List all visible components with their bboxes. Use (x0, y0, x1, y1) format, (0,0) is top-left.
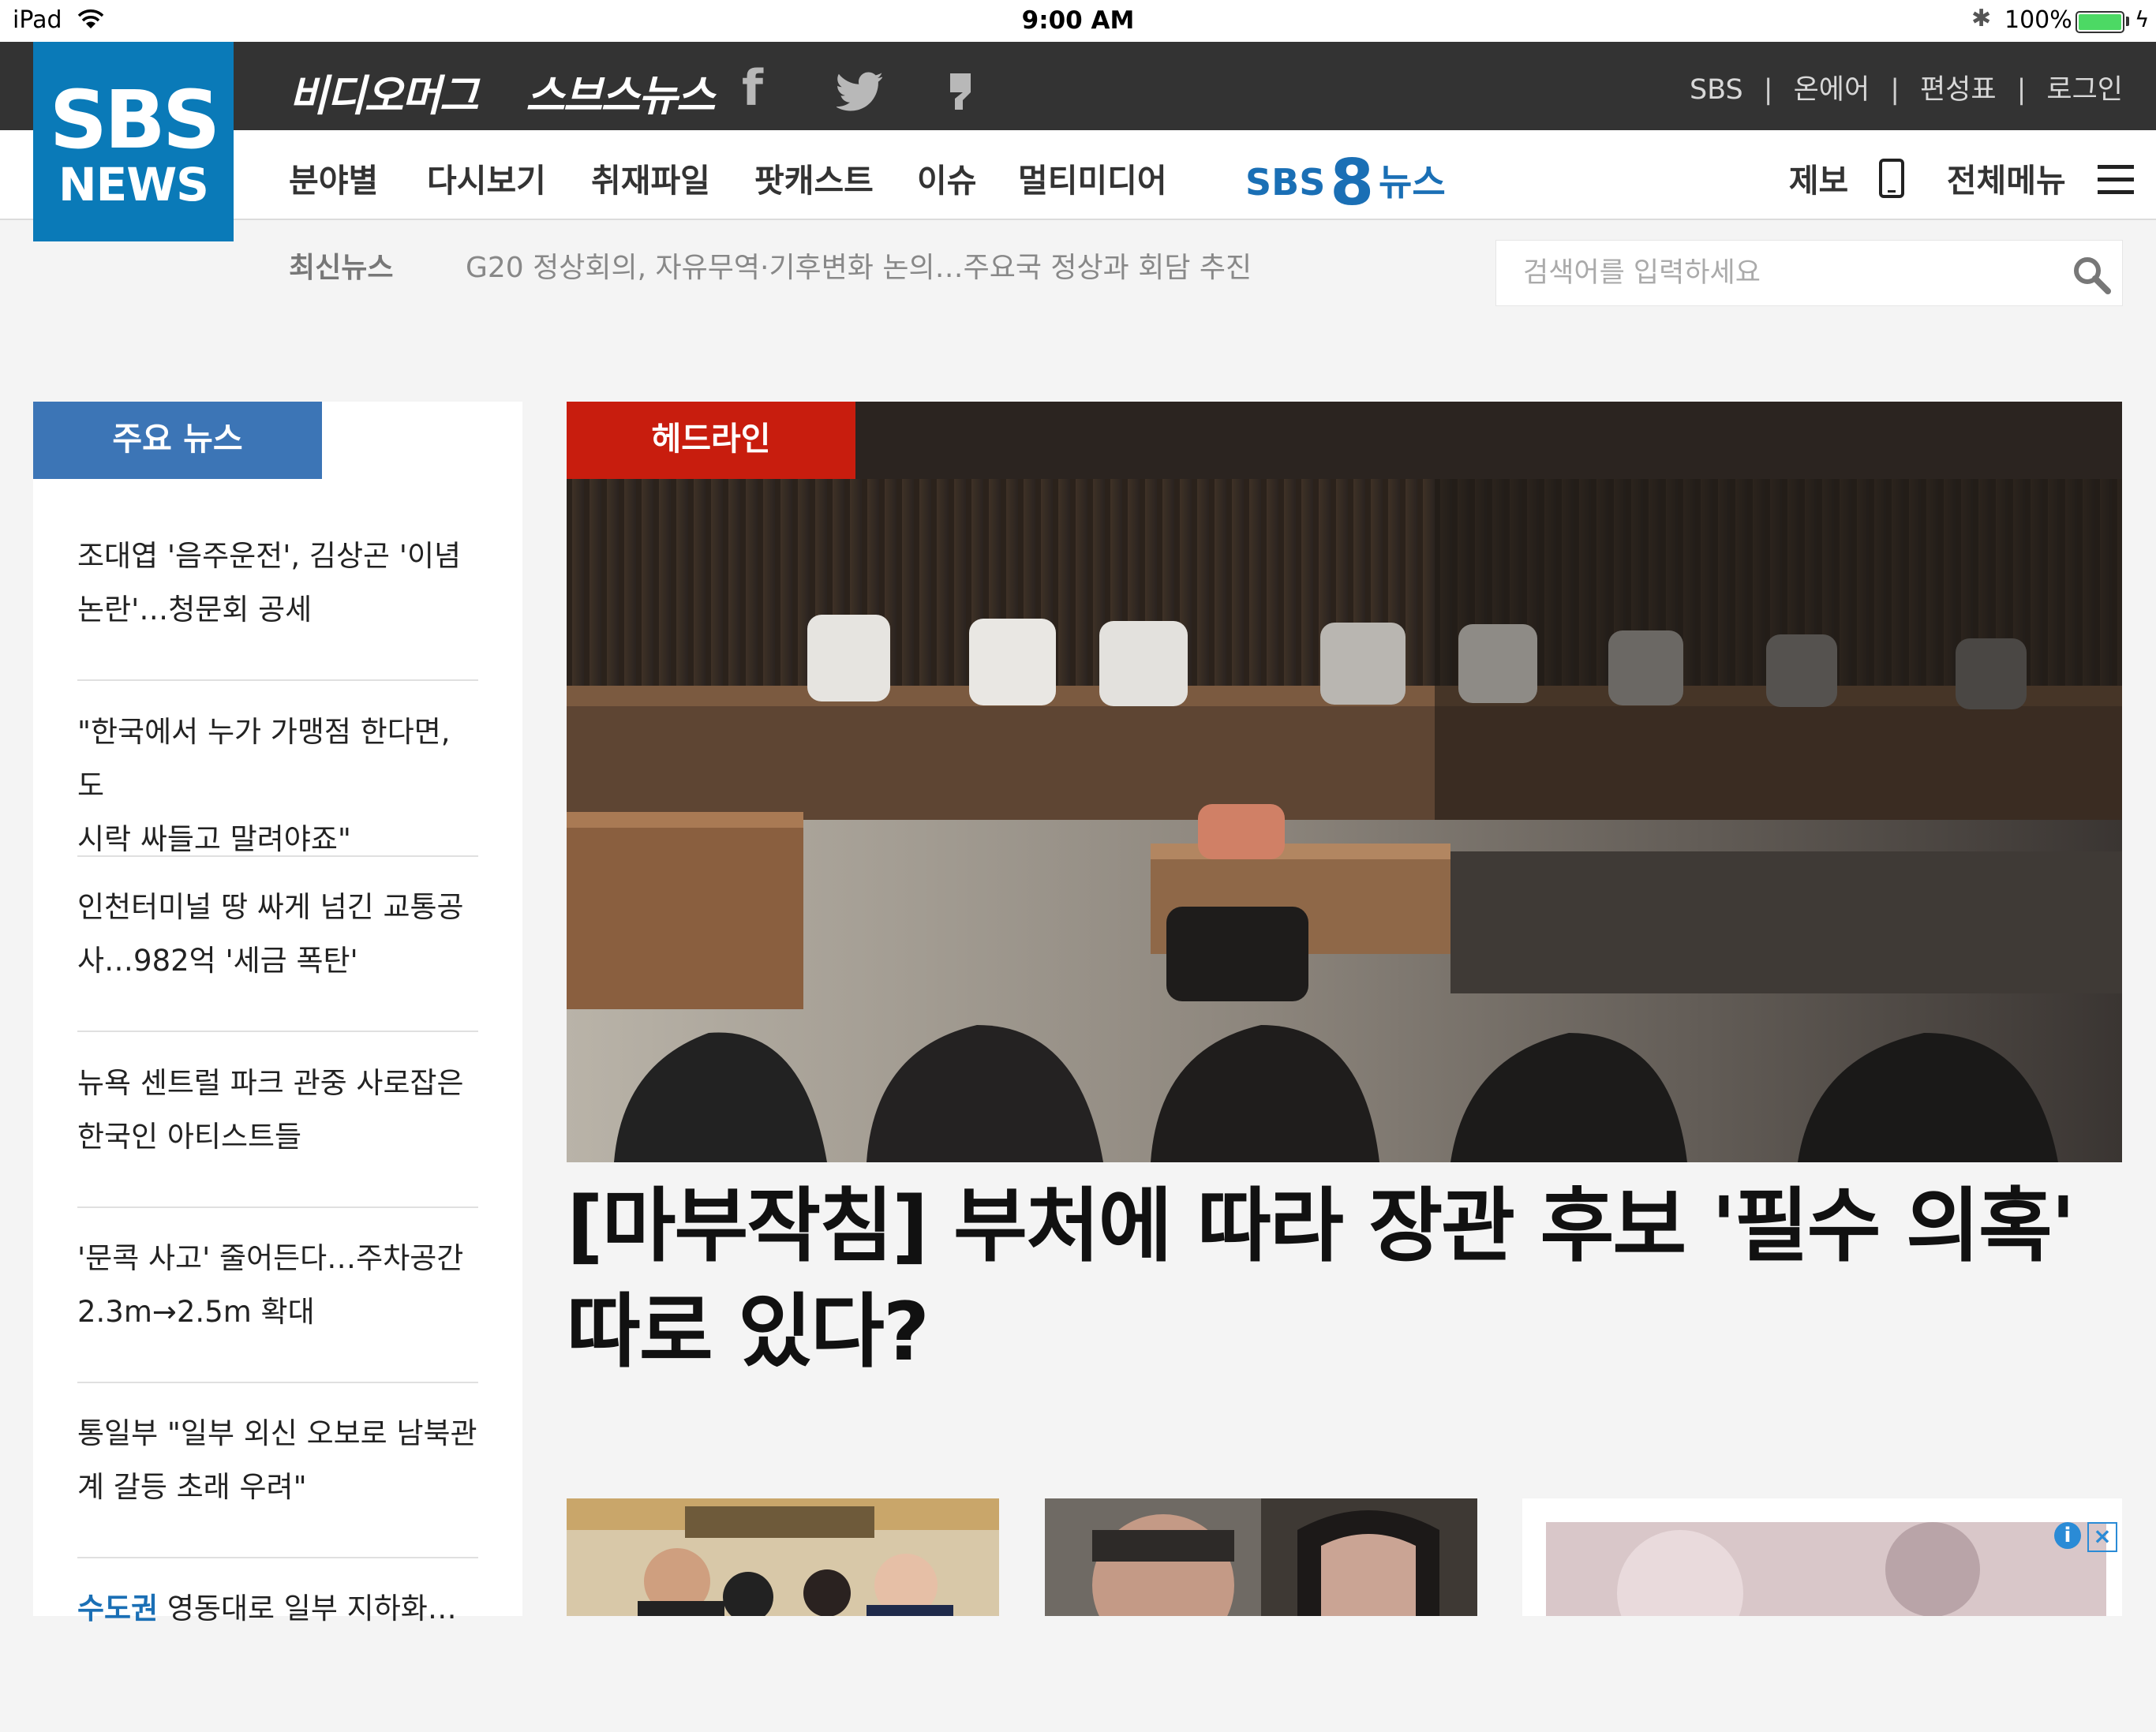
logo-line1: SBS (49, 73, 221, 167)
list-item[interactable]: 수도권 영동대로 일부 지하화… (77, 1571, 478, 1732)
hamburger-icon[interactable] (2098, 163, 2134, 203)
headline-image[interactable] (567, 402, 2122, 1162)
thumbnail-card[interactable] (567, 1498, 999, 1616)
ad-info-icon[interactable]: i (2054, 1522, 2081, 1549)
onair-link[interactable]: 온에어 (1794, 67, 1870, 107)
status-bar: iPad 9:00 AM ✱ 100% ϟ (0, 0, 2156, 42)
search-icon[interactable] (2072, 255, 2111, 297)
twitter-icon[interactable] (835, 65, 883, 123)
headline-title[interactable]: [마부작침] 부처에 따라 장관 후보 '필수 의혹' 따로 있다? (567, 1174, 2129, 1386)
search-input[interactable] (1522, 241, 2030, 305)
news-title-line1: '문콕 사고' 줄어든다…주차공간 (77, 1241, 464, 1275)
sbs8-right: 뉴스 (1379, 161, 1446, 204)
battery-percent: 100% (2004, 6, 2072, 34)
sbs-link[interactable]: SBS (1690, 74, 1743, 106)
kakao-story-icon[interactable] (947, 65, 974, 123)
battery-icon (2076, 11, 2124, 33)
sbs8-number: 8 (1330, 146, 1374, 219)
top-right-links: SBS | 온에어 | 편성표 | 로그인 (1690, 67, 2123, 107)
report-button[interactable]: 제보 (1789, 162, 1848, 200)
all-menu-button[interactable]: 전체메뉴 (1947, 162, 2066, 200)
nav-item-replay[interactable]: 다시보기 (427, 154, 546, 201)
clock: 9:00 AM (1021, 6, 1135, 35)
nav-item-report-files[interactable]: 취재파일 (591, 154, 710, 201)
thumbnail-card[interactable] (1045, 1498, 1477, 1616)
top-news-label: 주요 뉴스 (33, 402, 322, 479)
logo-line2: NEWS (58, 158, 209, 211)
search-box (1495, 240, 2123, 306)
ad-close-icon[interactable]: × (2087, 1522, 2117, 1552)
news-title-line1: "한국에서 누가 가맹점 한다면, 도 (77, 715, 451, 802)
latest-news-label: 최신뉴스 (289, 252, 394, 284)
news-highlight: 수도권 (77, 1592, 159, 1625)
list-item[interactable]: 통일부 "일부 외신 오보로 남북관 계 갈등 초래 우려" (77, 1396, 478, 1558)
divider: | (2016, 74, 2027, 106)
mobile-icon[interactable] (1878, 159, 1904, 206)
news-title-line2: 한국인 아티스트들 (77, 1120, 302, 1154)
nav-right: 제보 전체메뉴 (1789, 154, 2134, 206)
divider: | (1890, 74, 1900, 106)
news-title-line1: 조대엽 '음주운전', 김상곤 '이념 (77, 539, 462, 573)
headline-label: 헤드라인 (567, 402, 855, 479)
bluetooth-icon: ✱ (1971, 5, 1992, 32)
news-title-line2: 논란'…청문회 공세 (77, 593, 313, 627)
news-title-line2: 사…982억 '세금 폭탄' (77, 944, 358, 978)
nav-item-category[interactable]: 분야별 (289, 154, 378, 201)
schedule-link[interactable]: 편성표 (1920, 67, 1997, 107)
news-title-line2: 계 갈등 초래 우려" (77, 1470, 307, 1504)
news-title-line1: 통일부 "일부 외신 오보로 남북관 (77, 1416, 477, 1450)
ad-banner[interactable]: i × (1522, 1498, 2122, 1616)
news-title-line1: 뉴욕 센트럴 파크 관중 사로잡은 (77, 1066, 464, 1100)
top-news-panel: 주요 뉴스 조대엽 '음주운전', 김상곤 '이념 논란'…청문회 공세 "한국… (33, 402, 522, 1625)
list-item[interactable]: 뉴욕 센트럴 파크 관중 사로잡은 한국인 아티스트들 (77, 1046, 478, 1208)
main-nav: 분야별 다시보기 취재파일 팟캐스트 이슈 멀티미디어 SBS8 뉴스 제보 전체… (0, 130, 2156, 220)
sbs-news-logo[interactable]: SBS NEWS (33, 42, 234, 241)
nav-item-multimedia[interactable]: 멀티미디어 (1018, 154, 1167, 201)
battery-tip (2126, 17, 2129, 26)
latest-news-ticker[interactable]: G20 정상회의, 자유무역·기후변화 논의…주요국 정상과 회담 추진 (466, 245, 1252, 286)
videomug-link[interactable]: 비디오머그 (289, 61, 478, 123)
news-title-line2: 시락 싸들고 말려야죠" (77, 822, 351, 856)
facebook-icon[interactable]: f (742, 59, 763, 117)
news-title-line1: 인천터미널 땅 싸게 넘긴 교통공 (77, 890, 464, 924)
list-item[interactable]: "한국에서 누가 가맹점 한다면, 도 시락 싸들고 말려야죠" (77, 694, 478, 857)
sbs8-left: SBS (1245, 161, 1326, 204)
subsnews-link[interactable]: 스브스뉴스 (526, 61, 715, 123)
news-title-line2: 2.3m→2.5m 확대 (77, 1295, 315, 1329)
news-title-line1: 영동대로 일부 지하화… (167, 1592, 457, 1625)
list-item[interactable]: '문콕 사고' 줄어든다…주차공간 2.3m→2.5m 확대 (77, 1221, 478, 1383)
divider: | (1763, 74, 1773, 106)
list-item[interactable]: 인천터미널 땅 싸게 넘긴 교통공 사…982억 '세금 폭탄' (77, 870, 478, 1032)
list-item[interactable]: 조대엽 '음주운전', 김상곤 '이념 논란'…청문회 공세 (77, 518, 478, 681)
nav-item-podcast[interactable]: 팟캐스트 (754, 154, 874, 201)
sbs8-news-link[interactable]: SBS8 뉴스 (1245, 146, 1446, 219)
charging-icon: ϟ (2135, 6, 2150, 32)
login-link[interactable]: 로그인 (2046, 67, 2123, 107)
top-bar: 비디오머그 스브스뉴스 f SBS | 온에어 | 편성표 | 로그인 (0, 42, 2156, 130)
nav-item-issue[interactable]: 이슈 (917, 154, 976, 201)
